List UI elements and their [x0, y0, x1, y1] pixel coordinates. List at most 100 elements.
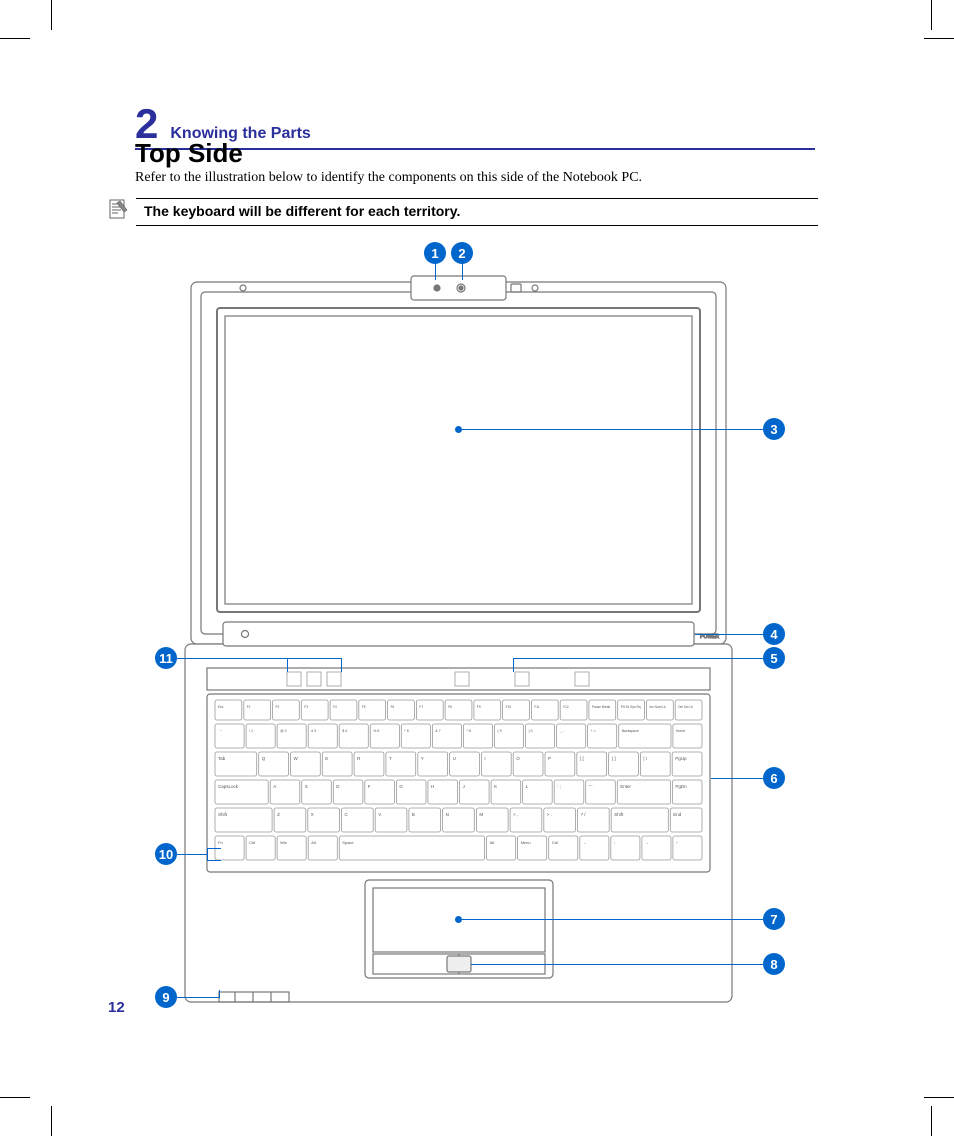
svg-text:P: P: [548, 756, 551, 761]
callout-11: 11: [155, 647, 177, 669]
section-title: Top Side: [135, 138, 243, 169]
leader-line: [711, 778, 763, 779]
svg-text:K: K: [494, 784, 497, 789]
leader-line: [513, 658, 514, 672]
crop-mark: [931, 1106, 932, 1136]
svg-text:# 3: # 3: [311, 729, 316, 733]
svg-text:> .: > .: [547, 812, 552, 817]
svg-text:* 8: * 8: [466, 729, 470, 733]
leader-line: [287, 658, 342, 659]
callout-2: 2: [451, 242, 473, 264]
svg-text:↓: ↓: [614, 840, 616, 845]
leader-line: [461, 429, 763, 430]
svg-text:< ,: < ,: [513, 812, 518, 817]
leader-line: [471, 964, 763, 965]
crop-mark: [0, 1097, 30, 1098]
svg-text:→: →: [645, 840, 649, 845]
svg-text:F2: F2: [276, 705, 280, 709]
svg-text:↑: ↑: [676, 840, 678, 845]
crop-mark: [924, 1097, 954, 1098]
note-row: The keyboard will be different for each …: [108, 198, 818, 226]
note-text: The keyboard will be different for each …: [136, 198, 818, 226]
svg-text:F8: F8: [448, 705, 452, 709]
svg-text:F10: F10: [506, 705, 512, 709]
svg-text:Win: Win: [280, 840, 287, 845]
callout-3: 3: [763, 418, 785, 440]
svg-text:? /: ? /: [581, 812, 587, 817]
svg-text:G: G: [399, 784, 403, 789]
svg-text:: ;: : ;: [557, 784, 561, 789]
svg-text:F3: F3: [304, 705, 308, 709]
svg-text:_ -: _ -: [559, 729, 565, 733]
svg-text:Ins Num Lk: Ins Num Lk: [650, 705, 667, 709]
leader-line: [287, 658, 288, 672]
leader-line: [219, 990, 220, 998]
svg-text:H: H: [431, 784, 434, 789]
svg-text:Esc: Esc: [218, 705, 224, 709]
leader-line: [207, 848, 221, 849]
svg-text:" ': " ': [589, 784, 593, 789]
svg-text:+ =: + =: [591, 729, 596, 733]
leader-line: [177, 997, 219, 998]
svg-text:% 5: % 5: [373, 729, 379, 733]
leader-line: [341, 658, 342, 672]
svg-text:F7: F7: [419, 705, 423, 709]
svg-text:Shift: Shift: [614, 812, 624, 817]
svg-text:^ 6: ^ 6: [404, 729, 409, 733]
svg-text:End: End: [673, 812, 682, 817]
svg-text:J: J: [463, 784, 465, 789]
leader-line: [695, 634, 763, 635]
svg-text:) 0: ) 0: [529, 729, 533, 733]
svg-text:I: I: [484, 756, 485, 761]
svg-text:( 9: ( 9: [498, 729, 502, 733]
svg-text:←: ←: [583, 840, 587, 845]
svg-text:Fn: Fn: [218, 840, 223, 845]
svg-text:` ~: ` ~: [218, 729, 222, 733]
svg-text:T: T: [389, 756, 392, 761]
svg-text:E: E: [325, 756, 328, 761]
svg-text:F5: F5: [362, 705, 366, 709]
leader-line: [461, 919, 763, 920]
svg-text:F11: F11: [534, 705, 539, 709]
svg-text:PgUp: PgUp: [675, 756, 687, 761]
note-icon: [108, 198, 130, 220]
callout-8: 8: [763, 953, 785, 975]
svg-text:Shift: Shift: [218, 812, 228, 817]
leader-line: [177, 854, 207, 855]
svg-text:F4: F4: [333, 705, 337, 709]
callout-5: 5: [763, 647, 785, 669]
svg-text:CapsLock: CapsLock: [218, 784, 239, 789]
crop-mark: [0, 38, 30, 39]
svg-text:Z: Z: [277, 812, 280, 817]
svg-text:Ctrl: Ctrl: [249, 840, 255, 845]
callout-10: 10: [155, 843, 177, 865]
svg-text:V: V: [378, 812, 381, 817]
leader-line: [462, 262, 463, 280]
callout-9: 9: [155, 986, 177, 1008]
laptop-diagram: POWER EscF1F2F3F4F5F6F7F8F9F10F11F12Paus…: [135, 240, 815, 1010]
svg-text:N: N: [446, 812, 449, 817]
svg-text:Home: Home: [676, 729, 685, 733]
leader-line: [435, 262, 436, 280]
callout-1: 1: [424, 242, 446, 264]
svg-text:Del Scr Lk: Del Scr Lk: [678, 705, 693, 709]
svg-text:U: U: [453, 756, 456, 761]
svg-text:Tab: Tab: [218, 756, 226, 761]
callout-4: 4: [763, 623, 785, 645]
svg-text:A: A: [273, 784, 276, 789]
svg-text:} ]: } ]: [612, 756, 616, 761]
svg-text:Pause Break: Pause Break: [592, 705, 611, 709]
svg-text:X: X: [311, 812, 314, 817]
callout-6: 6: [763, 767, 785, 789]
svg-text:Enter: Enter: [620, 784, 631, 789]
svg-text:Ctrl: Ctrl: [552, 840, 558, 845]
svg-text:Backspace: Backspace: [622, 729, 639, 733]
svg-text:O: O: [516, 756, 520, 761]
svg-text:@ 2: @ 2: [280, 729, 287, 733]
callout-7: 7: [763, 908, 785, 930]
crop-mark: [51, 1106, 52, 1136]
svg-text:& 7: & 7: [435, 729, 440, 733]
svg-text:F6: F6: [391, 705, 395, 709]
svg-text:M: M: [479, 812, 483, 817]
page-number: 12: [108, 999, 125, 1016]
